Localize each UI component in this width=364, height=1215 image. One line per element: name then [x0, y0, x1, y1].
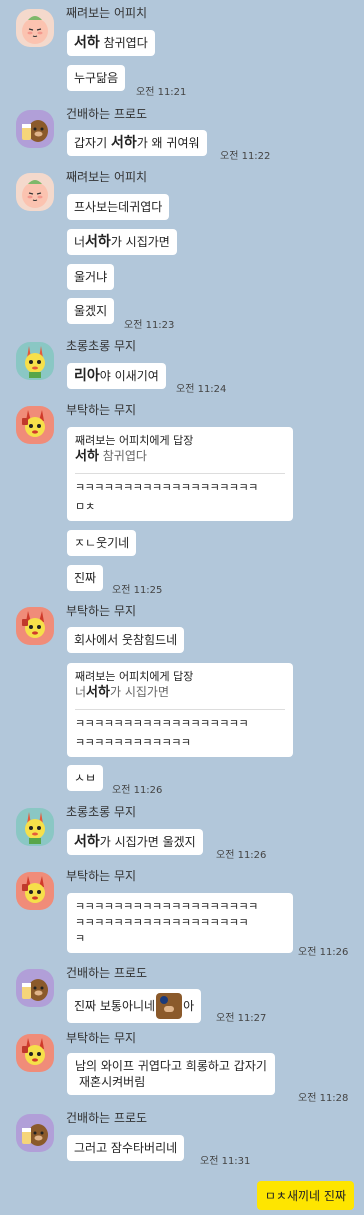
sender-name: 건배하는 프로도 [66, 966, 148, 980]
sender-name: 부탁하는 무지 [66, 1031, 137, 1045]
apeach-avatar-icon[interactable] [16, 9, 54, 47]
message-text: ㅁㅊ [75, 500, 96, 513]
message-text: 아 [183, 999, 195, 1013]
message-text: ㅁㅊ새끼네 진짜 [264, 1189, 346, 1203]
muzi-red-avatar-icon[interactable] [16, 1034, 54, 1072]
message-bubble[interactable]: 진짜 [67, 565, 104, 591]
sender-name: 초롱초롱 무지 [66, 339, 137, 353]
message-text: ㅋㅋㅋㅋㅋㅋㅋㅋㅋㅋㅋㅋㅋㅋㅋㅋㅋㅋㅋ [75, 481, 258, 494]
message-bubble[interactable]: 갑자기 서하가 왜 귀여워 [67, 130, 207, 156]
message-text: 그러고 잠수타버리네 [74, 1141, 178, 1155]
message-bubble[interactable]: 회사에서 웃참힘드네 [67, 627, 185, 653]
message-bubble[interactable]: ㅋㅋㅋㅋㅋㅋㅋㅋㅋㅋㅋㅋㅋㅋㅋㅋㅋㅋㅋ ㅋㅋㅋㅋㅋㅋㅋㅋㅋㅋㅋㅋㅋㅋㅋㅋㅋㅋ ㅋ [67, 893, 293, 953]
muzi-red-avatar-icon[interactable] [16, 872, 54, 910]
name-highlight: 서하 [74, 834, 100, 850]
reply-message-bubble[interactable]: 째려보는 어피치에게 답장 서하 참귀엽다 ㅋㅋㅋㅋㅋㅋㅋㅋㅋㅋㅋㅋㅋㅋㅋㅋㅋㅋ… [67, 427, 293, 521]
message-text: 프사보는데귀엽다 [74, 200, 163, 214]
message-text: 가 왜 귀여워 [136, 136, 200, 150]
timestamp: 오전 11:25 [112, 585, 163, 596]
reply-header: 째려보는 어피치에게 답장 [75, 670, 194, 683]
my-message-bubble[interactable]: ㅁㅊ새끼네 진짜 [256, 1181, 354, 1210]
message-bubble[interactable]: 그러고 잠수타버리네 [67, 1135, 185, 1161]
message-bubble[interactable]: 진짜 보통아니네 아 [67, 989, 202, 1023]
message-bubble[interactable]: 남의 와이프 귀엽다고 희롱하고 갑자기 재혼시켜버림 [67, 1053, 275, 1095]
message-text: ㅋㅋㅋㅋㅋㅋㅋㅋㅋㅋㅋㅋㅋㅋㅋㅋㅋㅋㅋ [75, 900, 258, 913]
timestamp: 오전 11:23 [124, 320, 175, 331]
message-text: ㅋㅋㅋㅋㅋㅋㅋㅋㅋㅋㅋㅋㅋㅋㅋㅋㅋㅋ [75, 717, 249, 730]
message-text: 회사에서 웃참힘드네 [74, 633, 178, 647]
message-bubble[interactable]: 울거냐 [67, 264, 115, 290]
name-highlight: 서하 [74, 35, 100, 51]
reply-quote-text: 참귀엽다 [98, 449, 147, 463]
message-text: 가 시집가면 [110, 235, 170, 249]
message-bubble[interactable]: 너서하가 시집가면 [67, 229, 177, 255]
frodo-avatar-icon[interactable] [16, 110, 54, 148]
sender-name: 건배하는 프로도 [66, 1111, 148, 1125]
reply-quote-text: 가 시집가면 [109, 685, 169, 699]
sender-name: 째려보는 어피치 [66, 170, 148, 184]
message-text: ㅋ [75, 932, 86, 945]
message-bubble[interactable]: 서하가 시집가면 울겠지 [67, 829, 203, 855]
timestamp: 오전 11:22 [220, 151, 271, 162]
name-highlight: 서하 [75, 449, 99, 464]
message-text: 누구닮음 [74, 71, 119, 85]
reply-quote: 서하 참귀엽다 [75, 448, 285, 465]
frodo-avatar-icon[interactable] [16, 969, 54, 1007]
message-text: ㅈㄴ웃기네 [74, 536, 130, 550]
message-text: 울겠지 [74, 304, 108, 318]
timestamp: 오전 11:24 [176, 384, 227, 395]
divider [75, 709, 285, 710]
message-bubble[interactable]: 울겠지 [67, 298, 115, 324]
frodo-avatar-icon[interactable] [16, 1114, 54, 1152]
message-bubble[interactable]: 서하 참귀엽다 [67, 30, 155, 56]
message-text: 남의 와이프 귀엽다고 희롱하고 갑자기 [75, 1059, 267, 1073]
timestamp: 오전 11:27 [216, 1013, 267, 1024]
divider [75, 473, 285, 474]
sender-name: 째려보는 어피치 [66, 6, 148, 20]
timestamp: 오전 11:21 [136, 87, 187, 98]
name-highlight: 서하 [86, 685, 110, 700]
muzi-red-avatar-icon[interactable] [16, 406, 54, 444]
sender-name: 초롱초롱 무지 [66, 805, 137, 819]
reply-quote: 너서하가 시집가면 [75, 684, 285, 701]
message-bubble[interactable]: 프사보는데귀엽다 [67, 194, 170, 220]
timestamp: 오전 11:31 [200, 1156, 251, 1167]
name-highlight: 리아 [74, 368, 100, 384]
timestamp: 오전 11:26 [298, 947, 349, 958]
sender-name: 부탁하는 무지 [66, 403, 137, 417]
emoticon-image [156, 993, 183, 1019]
message-bubble[interactable]: 누구닮음 [67, 65, 126, 91]
timestamp: 오전 11:26 [112, 785, 163, 796]
message-text: ㅋㅋㅋㅋㅋㅋㅋㅋㅋㅋㅋㅋㅋㅋㅋㅋㅋㅋ [75, 916, 249, 929]
message-text: 갑자기 [74, 136, 111, 150]
muzi-green-avatar-icon[interactable] [16, 808, 54, 846]
sender-name: 부탁하는 무지 [66, 604, 137, 618]
reply-header: 째려보는 어피치에게 답장 [75, 434, 194, 447]
message-bubble[interactable]: ㅈㄴ웃기네 [67, 530, 137, 556]
sender-name: 부탁하는 무지 [66, 869, 137, 883]
message-text: 야 이새기여 [99, 369, 159, 383]
message-text: 울거냐 [74, 270, 108, 284]
message-text: 진짜 보통아니네 [74, 999, 156, 1013]
name-highlight: 서하 [85, 234, 111, 250]
message-text: ㅋㅋㅋㅋㅋㅋㅋㅋㅋㅋㅋㅋ [75, 736, 191, 749]
timestamp: 오전 11:28 [298, 1093, 349, 1104]
muzi-red-avatar-icon[interactable] [16, 607, 54, 645]
message-text: 가 시집가면 울겠지 [99, 835, 196, 849]
reply-quote-text: 너 [75, 685, 87, 699]
apeach-avatar-icon[interactable] [16, 173, 54, 211]
message-text: 너 [74, 235, 86, 249]
message-text: 재혼시켜버림 [79, 1075, 146, 1089]
timestamp: 오전 11:26 [216, 850, 267, 861]
sender-name: 건배하는 프로도 [66, 107, 148, 121]
message-bubble[interactable]: ㅅㅂ [67, 765, 104, 791]
message-bubble[interactable]: 리아야 이새기여 [67, 363, 166, 389]
reply-message-bubble[interactable]: 째려보는 어피치에게 답장 너서하가 시집가면 ㅋㅋㅋㅋㅋㅋㅋㅋㅋㅋㅋㅋㅋㅋㅋㅋ… [67, 663, 293, 757]
message-text: 진짜 [74, 571, 97, 585]
message-text: 참귀엽다 [99, 36, 148, 50]
name-highlight: 서하 [110, 135, 137, 151]
message-text: ㅅㅂ [74, 771, 97, 785]
muzi-green-avatar-icon[interactable] [16, 342, 54, 380]
